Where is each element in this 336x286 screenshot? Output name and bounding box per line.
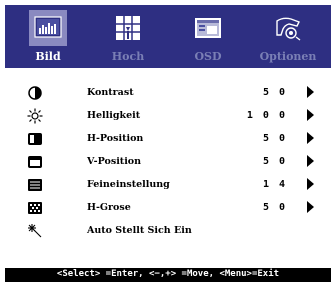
row-helligkeit[interactable]: Helligkeit 1 0 0 — [5, 106, 331, 126]
row-value: 5 0 — [262, 156, 287, 167]
row-value: 1 4 — [262, 179, 287, 190]
auto-adjust-icon — [28, 224, 42, 238]
row-label: H-Position — [87, 133, 144, 144]
row-label: Helligkeit — [87, 110, 141, 121]
row-label: Kontrast — [87, 87, 134, 98]
row-feineinstellung[interactable]: Feineinstellung 1 4 — [5, 175, 331, 195]
arrow-right-icon[interactable] — [307, 132, 314, 144]
tab-osd[interactable]: OSD — [168, 5, 248, 68]
brightness-icon — [27, 108, 43, 124]
osd-window-icon — [195, 18, 221, 38]
row-kontrast[interactable]: Kontrast 5 0 — [5, 83, 331, 103]
contrast-icon — [28, 86, 42, 100]
tab-hoch[interactable]: Hoch — [88, 5, 168, 68]
row-h-grose[interactable]: H-Grose 5 0 — [5, 198, 331, 218]
v-position-icon — [28, 156, 42, 168]
tab-label: Hoch — [111, 50, 145, 63]
picture-icon — [34, 16, 62, 38]
tab-optionen[interactable]: Optionen — [248, 5, 328, 68]
row-value: 5 0 — [262, 202, 287, 213]
help-text: <Select> =Enter, <−,+> =Move, <Menu>=Exi… — [56, 269, 280, 279]
tab-label: Optionen — [259, 50, 317, 63]
row-label: Feineinstellung — [87, 179, 170, 190]
fine-tune-icon — [28, 179, 42, 191]
row-auto-adjust[interactable]: Auto Stellt Sich Ein — [5, 221, 331, 241]
arrow-right-icon[interactable] — [307, 109, 314, 121]
row-label: Auto Stellt Sich Ein — [87, 225, 192, 236]
h-size-icon — [28, 202, 42, 214]
options-hand-icon — [276, 17, 301, 41]
tab-bar: Bild Hoch OSD Optionen — [5, 5, 331, 68]
tab-label: OSD — [194, 50, 222, 63]
arrow-right-icon[interactable] — [307, 86, 314, 98]
row-v-position[interactable]: V-Position 5 0 — [5, 152, 331, 172]
osd-frame: Bild Hoch OSD Optionen Kontrast 5 0 Hell… — [0, 0, 336, 286]
row-value: 5 0 — [262, 133, 287, 144]
help-bar: <Select> =Enter, <−,+> =Move, <Menu>=Exi… — [5, 268, 331, 282]
row-label: H-Grose — [87, 202, 131, 213]
row-label: V-Position — [87, 156, 142, 167]
advanced-grid-icon — [116, 16, 140, 40]
arrow-right-icon[interactable] — [307, 155, 314, 167]
osd-menu: Bild Hoch OSD Optionen Kontrast 5 0 Hell… — [5, 5, 331, 282]
arrow-right-icon[interactable] — [307, 201, 314, 213]
row-h-position[interactable]: H-Position 5 0 — [5, 129, 331, 149]
row-value: 1 0 0 — [246, 110, 287, 121]
row-value: 5 0 — [262, 87, 287, 98]
tab-bild[interactable]: Bild — [8, 5, 88, 68]
arrow-right-icon[interactable] — [307, 178, 314, 190]
tab-label: Bild — [35, 50, 61, 63]
h-position-icon — [28, 133, 42, 145]
